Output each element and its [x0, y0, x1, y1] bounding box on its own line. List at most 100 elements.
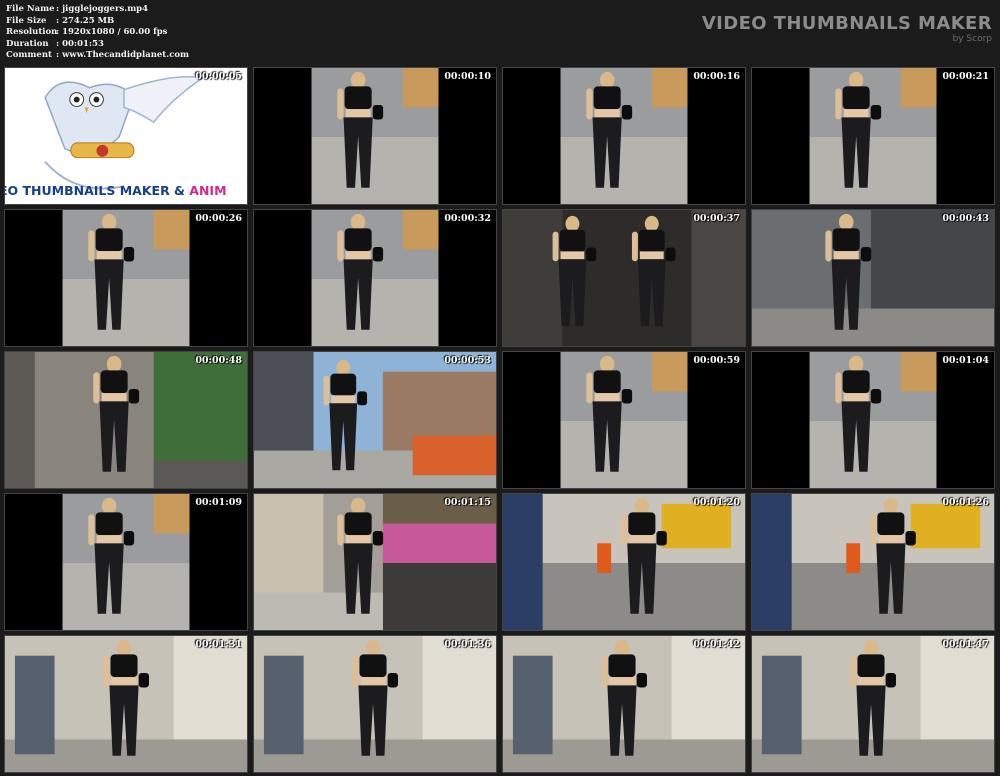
thumbnail-frame [752, 68, 994, 204]
thumbnail-grid: EO THUMBNAILS MAKER & ANIM 00:00:05 00:00:… [4, 67, 997, 773]
pedestrian [503, 494, 543, 630]
video-thumbnail[interactable]: 00:00:48 [4, 351, 248, 489]
building-wall [503, 210, 563, 346]
resolution-row: Resolution: 1920x1080 / 60.00 fps [6, 27, 189, 39]
video-thumbnail[interactable]: 00:01:36 [253, 635, 497, 773]
thumbnail-frame [752, 352, 994, 488]
traffic-cone [597, 543, 612, 573]
thumbnail-timestamp: 00:00:05 [195, 71, 242, 82]
video-thumbnail[interactable]: EO THUMBNAILS MAKER & ANIM 00:00:05 [4, 67, 248, 205]
pedestrian [512, 655, 553, 755]
sidewalk [560, 136, 688, 204]
thumbnail-timestamp: 00:00:10 [444, 71, 491, 82]
thumbnail-timestamp: 00:00:48 [195, 355, 242, 366]
sidewalk [809, 420, 937, 488]
brand: VIDEO THUMBNAILS MAKER by Scorp [701, 13, 992, 45]
thumbnail-frame [752, 636, 994, 772]
storefront [402, 68, 439, 108]
thumbnail-timestamp: 00:00:21 [942, 71, 989, 82]
planter-box [382, 562, 496, 630]
thumbnail-timestamp: 00:01:26 [942, 497, 989, 508]
comment-value: : www.Thecandidplanet.com [56, 50, 190, 60]
planter-box [153, 460, 247, 488]
thumbnail-frame [752, 210, 994, 346]
pedestrian [263, 655, 304, 755]
thumbnail-timestamp: 00:00:43 [942, 213, 989, 224]
video-thumbnail[interactable]: 00:00:37 [502, 209, 746, 347]
sidewalk [560, 420, 688, 488]
thumbnail-frame [5, 352, 247, 488]
video-thumbnail[interactable]: 00:01:09 [4, 493, 248, 631]
thumbnail-frame [5, 210, 247, 346]
video-thumbnail[interactable]: 00:00:59 [502, 351, 746, 489]
storefront [651, 68, 688, 108]
thumbnail-frame [503, 68, 745, 204]
sidewalk [62, 278, 190, 346]
thumbnail-timestamp: 00:01:15 [444, 497, 491, 508]
thumbnail-frame [254, 494, 496, 630]
file-size-value: : 274.25 MB [56, 15, 115, 26]
video-thumbnail[interactable]: 00:01:47 [751, 635, 995, 773]
brand-title: VIDEO THUMBNAILS MAKER [701, 13, 992, 34]
storefront [153, 494, 190, 534]
duration-value: : 00:01:53 [56, 38, 104, 49]
thumbnail-frame [254, 210, 496, 346]
video-thumbnail[interactable]: 00:00:53 [253, 351, 497, 489]
thumbnail-timestamp: 00:00:37 [693, 213, 740, 224]
thumbnail-frame [5, 494, 247, 630]
header: File Name: jigglejoggers.mp4 File Size : … [0, 0, 1000, 66]
doorway [5, 352, 35, 488]
video-thumbnail[interactable]: 00:00:16 [502, 67, 746, 205]
building-wall [691, 210, 745, 346]
storefront [900, 68, 937, 108]
duration-row: Duration : 00:01:53 [6, 39, 189, 51]
sidewalk [62, 562, 190, 630]
sidewalk [311, 136, 439, 204]
thumbnail-timestamp: 00:00:59 [693, 355, 740, 366]
file-size-label: File Size [6, 15, 47, 26]
file-info: File Name: jigglejoggers.mp4 File Size : … [6, 4, 189, 62]
pedestrian [761, 655, 802, 755]
thumbnail-timestamp: 00:01:04 [942, 355, 989, 366]
pedestrian [752, 494, 792, 630]
file-name-value: : jigglejoggers.mp4 [56, 4, 149, 14]
intro-banner-main: EO THUMBNAILS MAKER & [4, 183, 190, 198]
video-thumbnail[interactable]: 00:00:21 [751, 67, 995, 205]
thumbnail-timestamp: 00:00:16 [693, 71, 740, 82]
sidewalk [311, 278, 439, 346]
traffic-cone [846, 543, 861, 573]
video-thumbnail[interactable]: 00:01:42 [502, 635, 746, 773]
pedestrian [14, 655, 55, 755]
storefront [651, 352, 688, 392]
file-size-row: File Size : 274.25 MB [6, 16, 189, 28]
file-name-label: File Name [6, 4, 55, 14]
video-thumbnail[interactable]: 00:01:20 [502, 493, 746, 631]
thumbnail-frame [503, 494, 745, 630]
excavator [661, 503, 732, 549]
thumbnail-frame [503, 352, 745, 488]
excavator [910, 503, 981, 549]
video-thumbnail[interactable]: 00:00:32 [253, 209, 497, 347]
resolution-label: Resolution [6, 27, 58, 37]
thumbnail-frame [5, 636, 247, 772]
flower-display [382, 523, 496, 563]
duration-label: Duration [6, 38, 49, 49]
thumbnail-frame [503, 210, 745, 346]
thumbnail-timestamp: 00:00:53 [444, 355, 491, 366]
video-thumbnail[interactable]: 00:01:31 [4, 635, 248, 773]
video-thumbnail[interactable]: 00:00:26 [4, 209, 248, 347]
brand-subtitle: by Scorp [952, 34, 992, 44]
intro-banner-accent: ANIM [189, 183, 227, 198]
video-thumbnail[interactable]: 00:01:04 [751, 351, 995, 489]
thumbnail-frame [254, 68, 496, 204]
thumbnail-frame [254, 352, 496, 488]
video-thumbnail[interactable]: 00:01:26 [751, 493, 995, 631]
video-thumbnail[interactable]: 00:00:43 [751, 209, 995, 347]
video-thumbnail[interactable]: 00:01:15 [253, 493, 497, 631]
comment-row: Comment: www.Thecandidplanet.com [6, 50, 189, 62]
intro-banner-text: EO THUMBNAILS MAKER & ANIM [5, 183, 247, 198]
file-name-row: File Name: jigglejoggers.mp4 [6, 4, 189, 16]
storefront [153, 210, 190, 250]
video-thumbnail[interactable]: 00:00:10 [253, 67, 497, 205]
resolution-value: : 1920x1080 / 60.00 fps [56, 27, 168, 37]
